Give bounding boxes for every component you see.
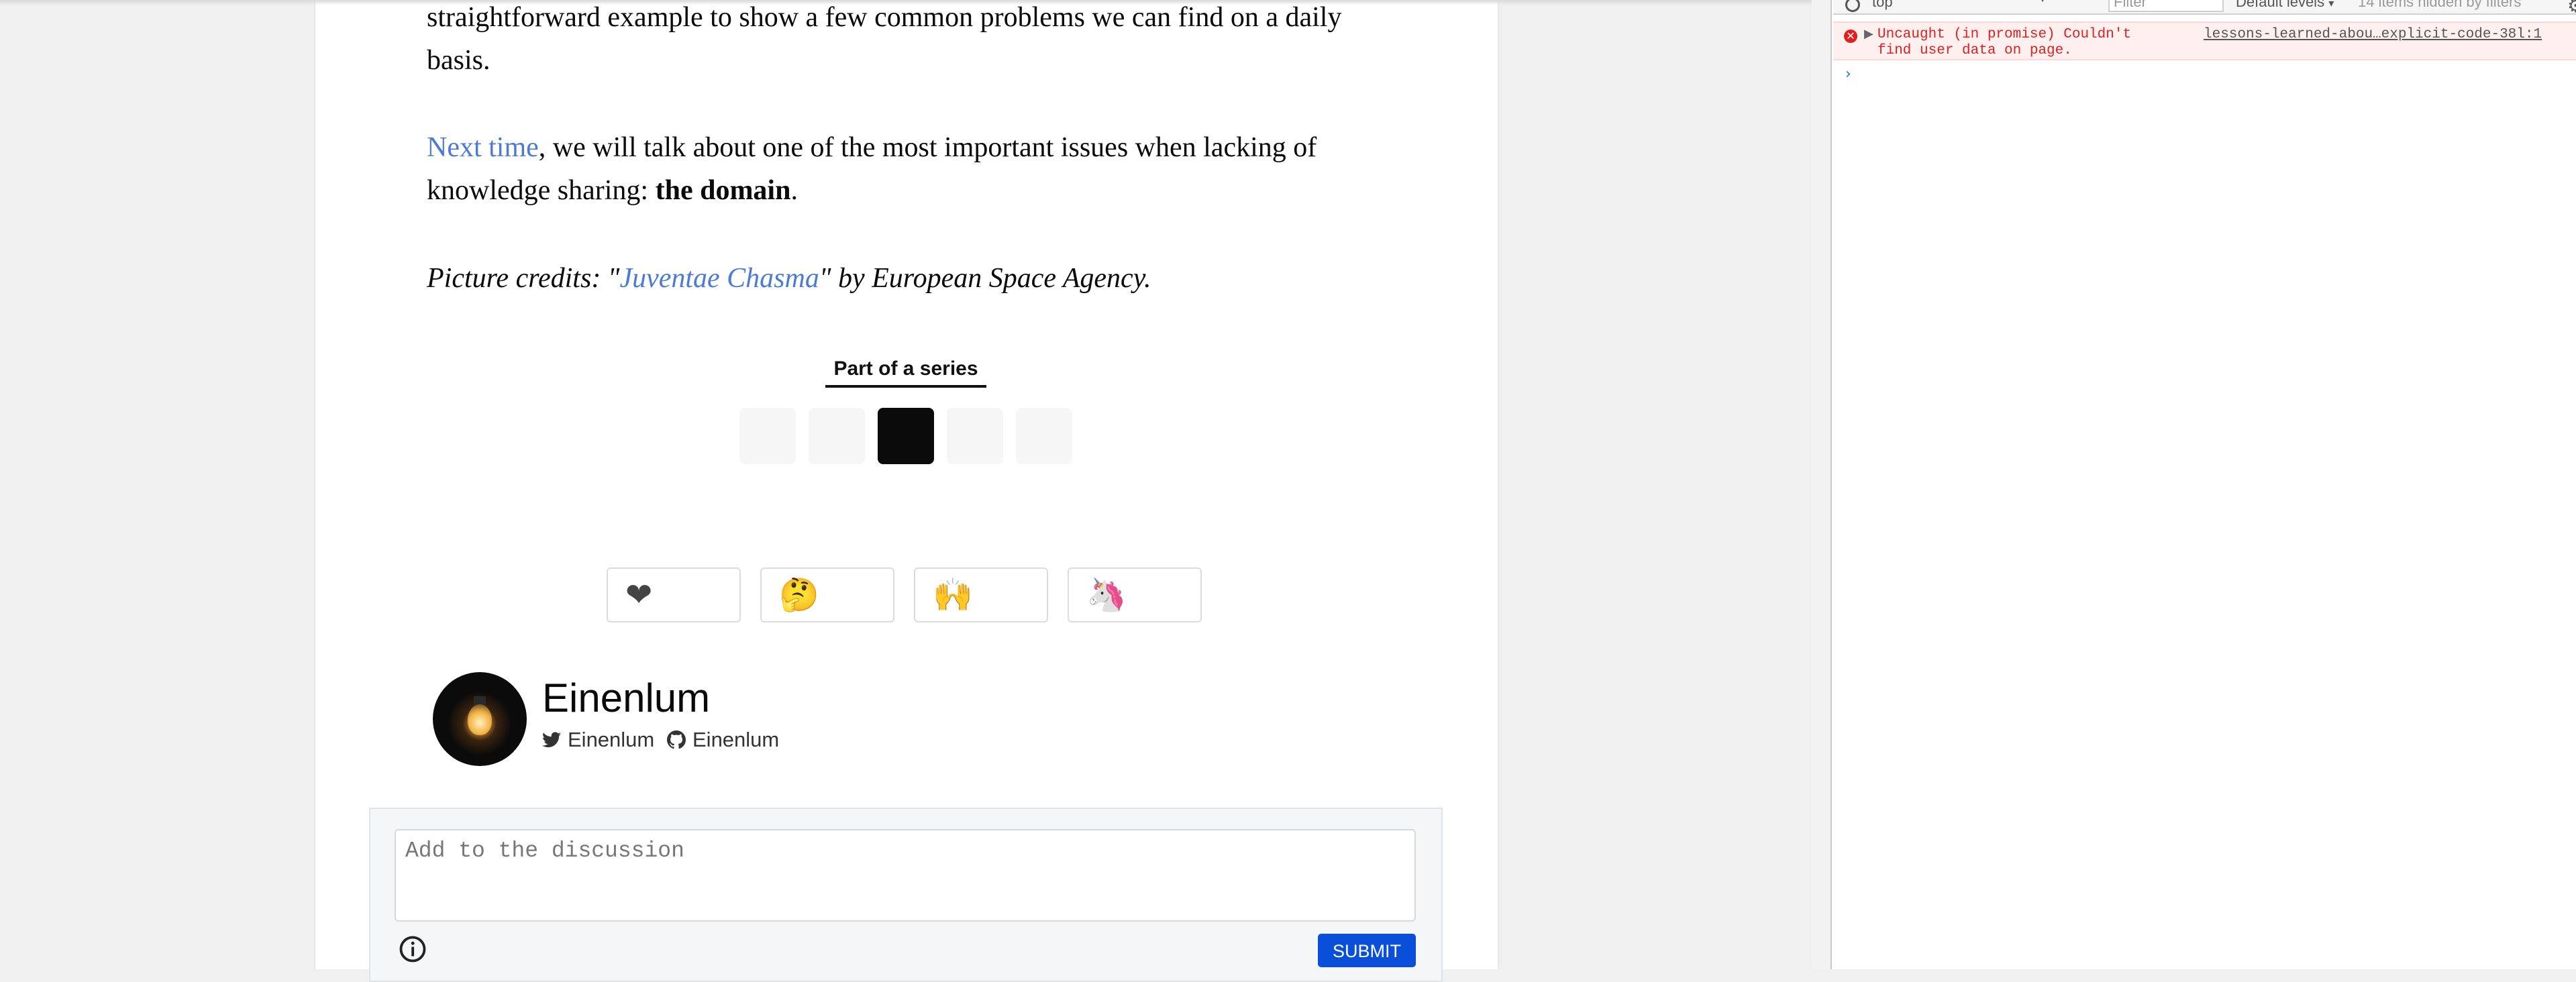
error-message: Uncaught (in promise) Couldn't find user… (1877, 27, 2132, 58)
log-levels-dropdown[interactable]: Default levels ▾ (2236, 0, 2334, 11)
page-scrollbar[interactable] (1812, 0, 1832, 969)
twitter-handle: Einenlum (568, 728, 655, 751)
console-prompt-icon[interactable]: › (1845, 66, 1851, 83)
reaction-heart-button[interactable]: ❤ (607, 567, 741, 622)
expand-triangle-icon[interactable]: ▶ (1864, 27, 1873, 42)
article-paragraph-2: Next time, we will talk about one of the… (427, 126, 1380, 212)
series-item-3-current[interactable] (878, 408, 934, 464)
chevron-down-icon: ▾ (2328, 0, 2334, 9)
paragraph-text-part: , we will talk about one of the most imp… (427, 132, 1317, 206)
comment-textarea[interactable]: Add to the discussion (395, 829, 1416, 922)
context-selector[interactable]: top ▼ (1872, 0, 2048, 11)
article-paragraph-1: straightforward example to show a few co… (427, 0, 1380, 82)
series-title-text: Part of a series (833, 358, 978, 380)
light-bulb-icon (468, 704, 492, 735)
heart-icon: ❤ (625, 578, 653, 613)
twitter-link[interactable]: Einenlum (542, 726, 654, 753)
gear-icon[interactable]: ⚙ (2567, 0, 2576, 17)
filter-input[interactable]: Filter (2108, 0, 2224, 12)
paragraph-end: . (790, 175, 798, 206)
series-title: Part of a series (825, 356, 986, 388)
chevron-down-icon: ▼ (2037, 0, 2048, 5)
submit-button[interactable]: SUBMIT (1318, 934, 1416, 967)
devtools-panel: top ▼ Filter Default levels ▾ 14 items h… (1812, 0, 2576, 969)
context-label: top (1872, 0, 1893, 10)
paragraph-text: straightforward example to show a few co… (427, 2, 1342, 76)
github-handle: Einenlum (692, 728, 780, 751)
series-title-underline (825, 385, 986, 388)
series-item-5[interactable] (1016, 408, 1072, 464)
series-item-1[interactable] (739, 408, 796, 464)
thinking-icon: 🤔 (779, 578, 819, 613)
author-name[interactable]: Einenlum (542, 675, 710, 722)
hidden-items-count: 14 items hidden by filters (2358, 0, 2522, 10)
error-icon: ✕ (1844, 30, 1857, 43)
raised-hands-icon: 🙌 (933, 578, 973, 613)
credits-suffix: " by European Space Agency. (819, 263, 1151, 294)
juventae-chasma-link[interactable]: Juventae Chasma (619, 263, 819, 294)
reaction-raised-hands-button[interactable]: 🙌 (914, 567, 1048, 622)
author-avatar[interactable] (433, 672, 527, 766)
reaction-thinking-button[interactable]: 🤔 (760, 567, 894, 622)
paragraph-bold-text: the domain (655, 175, 791, 206)
paragraph-text: Picture credits: "Juventae Chasma" by Eu… (427, 257, 1380, 300)
github-link[interactable]: Einenlum (667, 726, 779, 753)
credits-prefix: Picture credits: " (427, 263, 620, 294)
console-toolbar: top ▼ Filter Default levels ▾ 14 items h… (1833, 0, 2576, 17)
error-source-link[interactable]: lessons-learned-abou…explicit-code-38l:1 (2204, 27, 2542, 43)
series-item-2[interactable] (809, 408, 865, 464)
info-icon[interactable] (399, 935, 427, 963)
picture-credits: Picture credits: "Juventae Chasma" by Eu… (427, 257, 1380, 300)
unicorn-icon: 🦄 (1086, 578, 1127, 613)
paragraph-text: Next time, we will talk about one of the… (427, 126, 1380, 212)
next-time-link[interactable]: Next time (427, 132, 539, 163)
console-error-row[interactable]: ✕ ▶ Uncaught (in promise) Couldn't find … (1833, 21, 2576, 60)
twitter-icon (542, 732, 561, 748)
levels-label: Default levels (2236, 0, 2325, 10)
clear-console-icon[interactable] (1845, 0, 1860, 12)
reaction-unicorn-button[interactable]: 🦄 (1068, 567, 1202, 622)
series-item-4[interactable] (947, 408, 1003, 464)
github-icon (667, 730, 686, 749)
